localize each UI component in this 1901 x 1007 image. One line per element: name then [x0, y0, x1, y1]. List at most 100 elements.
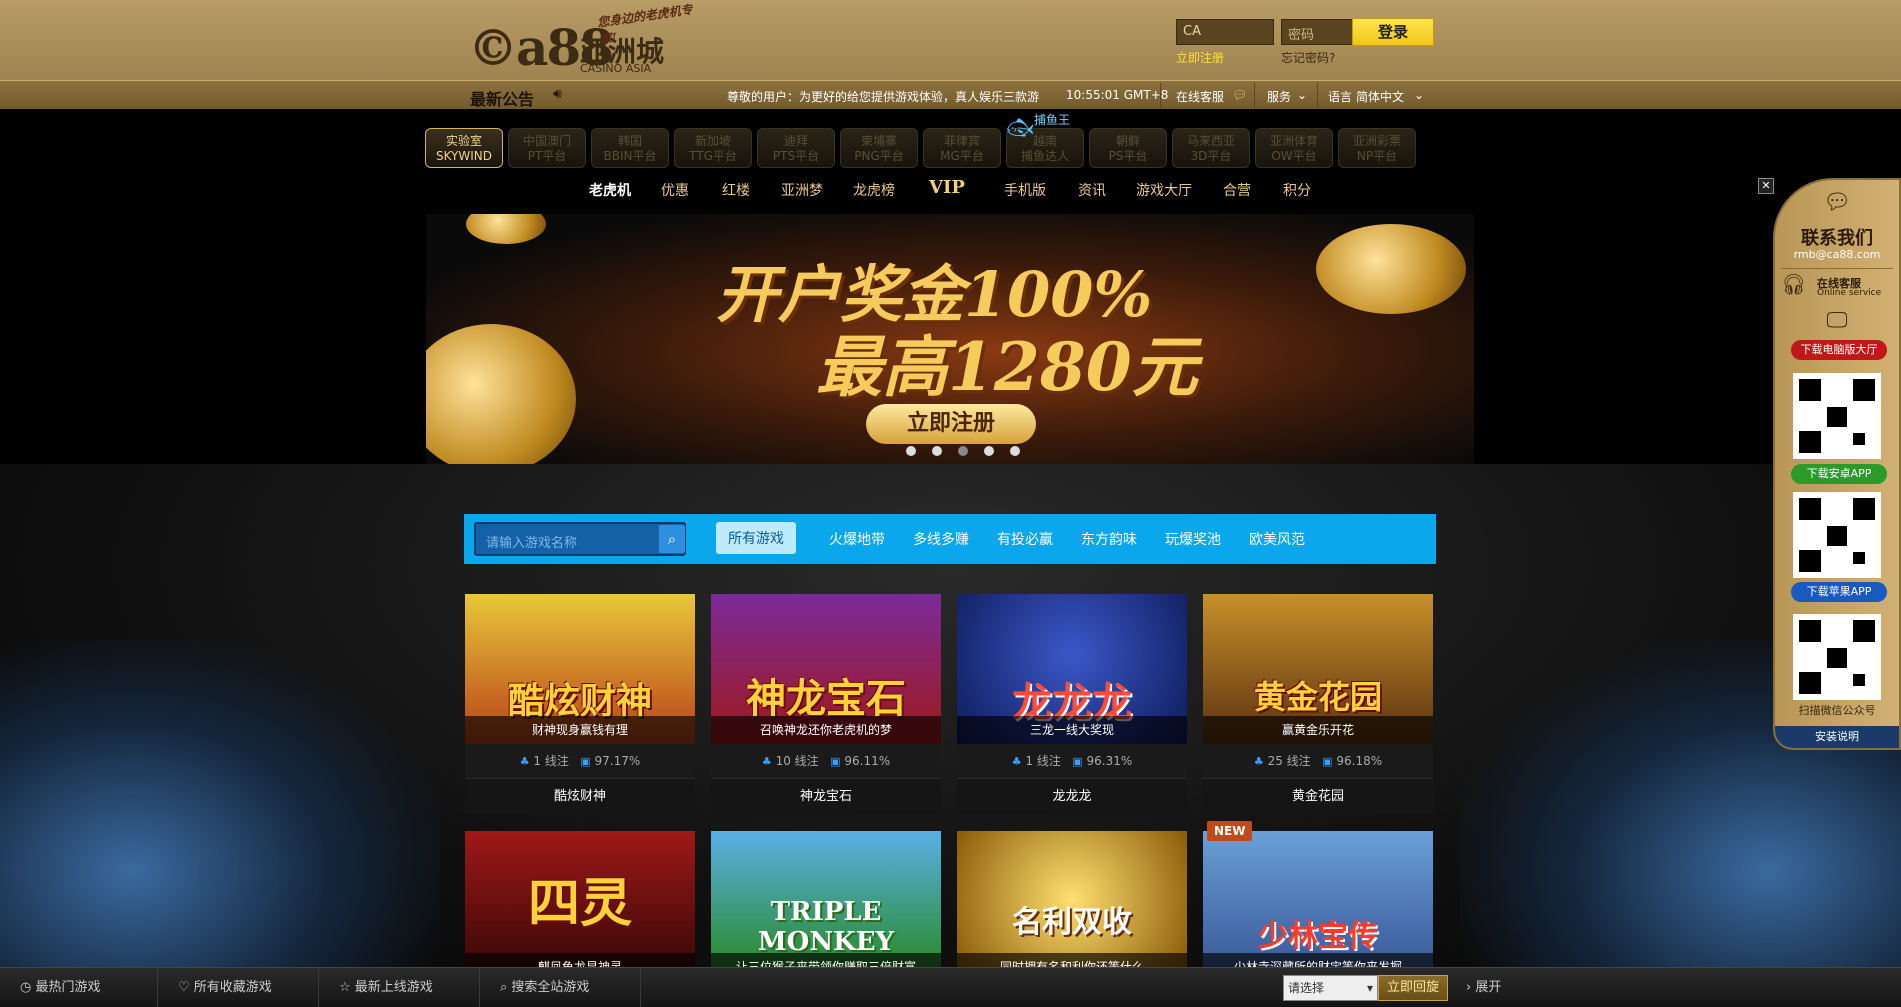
game-card[interactable]: 黄金花园 赢黄金乐开花 ♣︎ 25 线注 ▣ 96.18% 黄金花园: [1203, 594, 1433, 814]
game-rtp: 97.17%: [594, 754, 641, 768]
platform-tab[interactable]: 中国澳门 PT平台: [508, 128, 586, 168]
game-thumbnail[interactable]: 神龙宝石 召唤神龙还你老虎机的梦: [711, 594, 941, 744]
expand-button[interactable]: › 展开: [1466, 968, 1501, 1007]
nav-leaderboard[interactable]: 龙虎榜: [853, 180, 895, 200]
game-name[interactable]: 黄金花园: [1203, 778, 1433, 814]
game-name[interactable]: 神龙宝石: [711, 778, 941, 814]
game-thumbnail[interactable]: 酷炫财神 财神现身赢钱有理: [465, 594, 695, 744]
game-card[interactable]: 龙龙龙 三龙一线大奖现 ♣︎ 1 线注 ▣ 96.31% 龙龙龙: [957, 594, 1187, 814]
clock-icon: ◷: [20, 980, 32, 995]
expand-label: 展开: [1475, 980, 1502, 995]
login-button[interactable]: 登录: [1352, 18, 1434, 46]
carousel-dot[interactable]: [932, 446, 942, 456]
platform-tab[interactable]: 柬埔寨 PNG平台: [840, 128, 918, 168]
nav-game-lobby[interactable]: 游戏大厅: [1136, 180, 1192, 200]
platform-tab[interactable]: 马来西亚 3D平台: [1172, 128, 1250, 168]
game-thumbnail[interactable]: 龙龙龙 三龙一线大奖现: [957, 594, 1187, 744]
platform-select[interactable]: 请选择 ▾: [1283, 975, 1378, 1001]
game-title-art: 黄金花园: [1253, 678, 1382, 716]
game-card[interactable]: 神龙宝石 召唤神龙还你老虎机的梦 ♣︎ 10 线注 ▣ 96.11% 神龙宝石: [711, 594, 941, 814]
platform-en: BBIN平台: [603, 149, 657, 163]
nav-partner[interactable]: 合营: [1223, 180, 1251, 200]
platform-cn: 新加坡: [694, 134, 731, 148]
carousel-dot[interactable]: [958, 446, 968, 456]
game-card[interactable]: 名利双收 同时拥有名和利你还等什么: [957, 831, 1187, 967]
filter-tab-jackpot[interactable]: 玩爆奖池: [1165, 529, 1221, 549]
install-help-button[interactable]: 安装说明: [1775, 726, 1899, 748]
nav-asia-dream[interactable]: 亚洲梦: [781, 180, 823, 200]
filter-tab-hot[interactable]: 火爆地带: [829, 529, 885, 549]
username-input[interactable]: CA: [1176, 19, 1274, 45]
ios-qr-code: [1793, 492, 1881, 578]
platform-en: MG平台: [940, 149, 984, 163]
game-card[interactable]: TRIPLE MONKEY 让三位猴子来带领你赚取三倍财富: [711, 831, 941, 967]
game-thumbnail[interactable]: TRIPLE MONKEY 让三位猴子来带领你赚取三倍财富: [711, 831, 941, 967]
nav-points[interactable]: 积分: [1283, 180, 1311, 200]
platform-en: PNG平台: [854, 149, 904, 163]
promo-banner[interactable]: 开户奖金100% 最高1280元 立即注册: [426, 214, 1474, 464]
nav-promotions[interactable]: 优惠: [661, 180, 689, 200]
new-games-button[interactable]: ☆ 最新上线游戏: [319, 968, 480, 1007]
forgot-password-link[interactable]: 忘记密码?: [1281, 49, 1335, 66]
rtp-icon: ▣: [830, 755, 841, 768]
platform-tab[interactable]: 朝鲜 PS平台: [1089, 128, 1167, 168]
download-android-button[interactable]: 下载安卓APP: [1791, 464, 1887, 484]
game-card[interactable]: 少林宝传 少林寺深藏所的财宝等你来发掘 NEW: [1203, 821, 1433, 967]
nav-mobile[interactable]: 手机版: [1004, 180, 1046, 200]
game-thumbnail[interactable]: 名利双收 同时拥有名和利你还等什么: [957, 831, 1187, 967]
android-qr-code: [1793, 373, 1881, 459]
contact-email[interactable]: rmb@ca88.com: [1775, 248, 1899, 261]
online-service-link[interactable]: 在线客服: [1176, 88, 1224, 105]
platform-tab[interactable]: 迪拜 PTS平台: [757, 128, 835, 168]
search-site-button[interactable]: ⌕ 搜索全站游戏: [480, 968, 641, 1007]
sidebar-close-button[interactable]: ✕: [1758, 178, 1774, 194]
platform-tab[interactable]: 亚洲彩票 NP平台: [1338, 128, 1416, 168]
filter-tab-all[interactable]: 所有游戏: [716, 522, 796, 554]
divider: [1254, 83, 1255, 108]
carousel-dot[interactable]: [1010, 446, 1020, 456]
game-thumbnail[interactable]: 黄金花园 赢黄金乐开花: [1203, 594, 1433, 744]
game-thumbnail[interactable]: 四灵 麒凤龟龙显神灵: [465, 831, 695, 967]
game-card[interactable]: 四灵 麒凤龟龙显神灵: [465, 831, 695, 967]
game-search-input[interactable]: 请输入游戏名称: [474, 522, 686, 556]
platform-tab[interactable]: 新加坡 TTG平台: [674, 128, 752, 168]
transfer-back-button[interactable]: 立即回旋: [1378, 975, 1448, 1001]
filter-tab-multiline[interactable]: 多线多赚: [913, 529, 969, 549]
service-menu[interactable]: 服务: [1267, 88, 1291, 105]
nav-slots[interactable]: 老虎机: [589, 180, 631, 200]
game-name[interactable]: 龙龙龙: [957, 778, 1187, 814]
favorite-games-button[interactable]: ♡ 所有收藏游戏: [158, 968, 319, 1007]
filter-tab-oriental[interactable]: 东方韵味: [1081, 529, 1137, 549]
carousel-dot[interactable]: [984, 446, 994, 456]
logo[interactable]: ©a88 亚洲城 CASINO ASIA 您身边的老虎机专家!: [468, 2, 708, 78]
fishing-label[interactable]: 捕鱼王: [1034, 111, 1070, 128]
hot-games-button[interactable]: ◷ 最热门游戏: [0, 968, 158, 1007]
nav-honglou[interactable]: 红楼: [722, 180, 750, 200]
game-thumbnail[interactable]: 少林宝传 少林寺深藏所的财宝等你来发掘: [1203, 831, 1433, 967]
filter-tab-winning[interactable]: 有投必赢: [997, 529, 1053, 549]
nav-vip[interactable]: VIP: [929, 177, 965, 198]
rtp-icon: ▣: [1072, 755, 1083, 768]
banner-register-button[interactable]: 立即注册: [866, 404, 1036, 444]
register-link[interactable]: 立即注册: [1176, 49, 1224, 66]
game-card[interactable]: 酷炫财神 财神现身赢钱有理 ♣︎ 1 线注 ▣ 97.17% 酷炫财神: [465, 594, 695, 814]
platform-tab[interactable]: 亚洲体育 OW平台: [1255, 128, 1333, 168]
online-service-en: Online service: [1817, 288, 1882, 298]
announcement-marquee[interactable]: 尊敬的用户：为更好的给您提供游戏体验，真人娱乐三款游: [727, 88, 1067, 105]
platform-tab[interactable]: 实验室 SKYWIND: [425, 128, 503, 168]
game-name[interactable]: 酷炫财神: [465, 778, 695, 814]
game-stats: ♣︎ 1 线注 ▣ 97.17%: [465, 744, 695, 778]
nav-news[interactable]: 资讯: [1078, 180, 1106, 200]
language-select[interactable]: 简体中文: [1356, 88, 1404, 105]
chevron-right-icon: ›: [1466, 980, 1472, 995]
platform-cn: 菲律宾: [943, 134, 980, 148]
carousel-dot[interactable]: [906, 446, 916, 456]
download-pc-button[interactable]: 下载电脑版大厅: [1791, 340, 1887, 360]
game-stats: ♣︎ 25 线注 ▣ 96.18%: [1203, 744, 1433, 778]
filter-tab-western[interactable]: 欧美风范: [1249, 529, 1305, 549]
platform-tab[interactable]: 菲律宾 MG平台: [923, 128, 1001, 168]
star-icon: ☆: [339, 980, 351, 995]
search-icon[interactable]: ⌕: [659, 525, 685, 553]
platform-tab[interactable]: 韩国 BBIN平台: [591, 128, 669, 168]
download-ios-button[interactable]: 下载苹果APP: [1791, 582, 1887, 602]
